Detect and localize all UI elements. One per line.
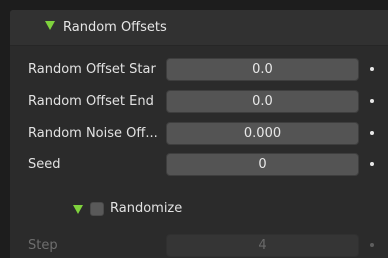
random-offset-start-label: Random Offset Star [28, 62, 156, 77]
step-field[interactable]: 4 [166, 234, 359, 257]
random-offset-end-field[interactable]: 0.0 [166, 90, 359, 113]
random-noise-offset-field[interactable]: 0.000 [166, 122, 359, 145]
randomize-label: Randomize [110, 201, 183, 216]
step-label: Step [28, 238, 58, 253]
keyframe-dot-icon[interactable] [370, 99, 374, 103]
keyframe-dot-icon[interactable] [370, 67, 374, 71]
randomize-subpanel-header[interactable]: Randomize [10, 196, 388, 224]
seed-row: Seed 0 [10, 153, 388, 177]
random-offset-end-label: Random Offset End [28, 94, 154, 109]
seed-field[interactable]: 0 [166, 153, 359, 176]
random-offset-start-row: Random Offset Star 0.0 [10, 58, 388, 82]
seed-label: Seed [28, 157, 61, 172]
panel-title: Random Offsets [63, 20, 167, 35]
keyframe-dot-icon[interactable] [370, 243, 374, 247]
randomize-checkbox[interactable] [90, 202, 104, 216]
random-offsets-panel: Random Offsets Random Offset Star 0.0 Ra… [10, 10, 388, 258]
random-offset-start-field[interactable]: 0.0 [166, 58, 359, 81]
disclosure-triangle-icon[interactable] [45, 21, 55, 30]
step-row: Step 4 [10, 234, 388, 258]
disclosure-triangle-icon[interactable] [73, 205, 83, 214]
keyframe-dot-icon[interactable] [370, 131, 374, 135]
random-noise-offset-row: Random Noise Off... 0.000 [10, 122, 388, 146]
keyframe-dot-icon[interactable] [370, 162, 374, 166]
random-offsets-header[interactable]: Random Offsets [10, 10, 388, 46]
random-offset-end-row: Random Offset End 0.0 [10, 90, 388, 114]
random-noise-offset-label: Random Noise Off... [28, 126, 158, 141]
